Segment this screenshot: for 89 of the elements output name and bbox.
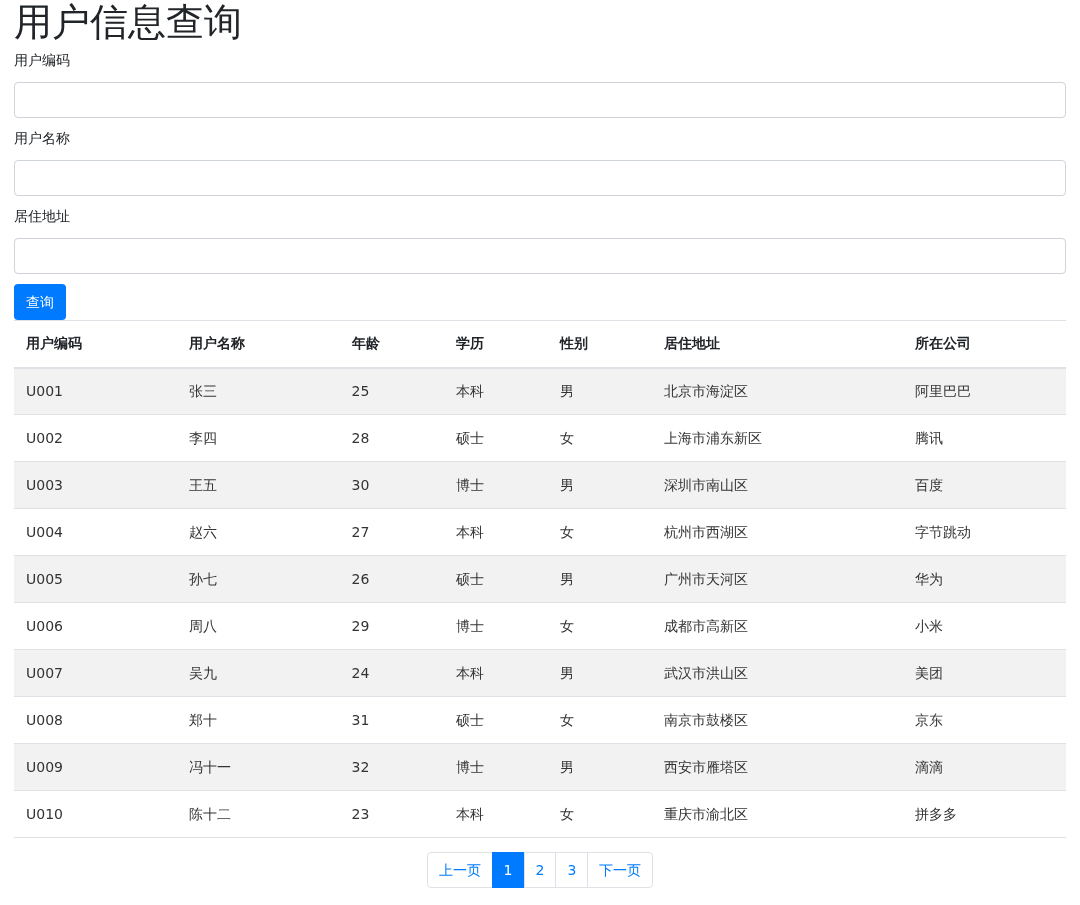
table-cell: 硕士 <box>443 696 549 744</box>
table-cell: U008 <box>14 696 177 744</box>
table-cell: 博士 <box>443 743 549 791</box>
column-header: 学历 <box>443 320 549 368</box>
table-cell: 32 <box>339 743 444 791</box>
table-cell: 冯十一 <box>176 743 340 791</box>
field-label: 用户名称 <box>14 129 70 148</box>
table-cell: 23 <box>339 790 444 838</box>
table-cell: 28 <box>339 414 444 462</box>
table-cell: 30 <box>339 461 444 509</box>
table-cell: U003 <box>14 461 177 509</box>
column-header: 性别 <box>548 320 652 368</box>
table-cell: 北京市海淀区 <box>651 367 904 415</box>
table-cell: 百度 <box>903 461 1066 509</box>
table-cell: 博士 <box>443 461 549 509</box>
table-cell: 女 <box>548 508 652 556</box>
table-cell: 重庆市渝北区 <box>651 790 904 838</box>
table-cell: U002 <box>14 414 177 462</box>
table-cell: U004 <box>14 508 177 556</box>
field-label: 居住地址 <box>14 207 70 226</box>
column-header: 年龄 <box>339 320 444 368</box>
table-cell: 西安市雁塔区 <box>651 743 904 791</box>
table-cell: 24 <box>339 649 444 697</box>
table-cell: 26 <box>339 555 444 603</box>
table-cell: 本科 <box>443 790 549 838</box>
table-cell: 女 <box>548 790 652 838</box>
table-cell: 陈十二 <box>176 790 340 838</box>
input-field[interactable] <box>14 82 1066 118</box>
table-cell: 孙七 <box>176 555 340 603</box>
table-cell: 女 <box>548 414 652 462</box>
table-cell: 25 <box>339 367 444 415</box>
table-cell: 李四 <box>176 414 340 462</box>
page-link[interactable]: 下一页 <box>587 852 654 888</box>
query-button[interactable]: 查询 <box>14 284 66 320</box>
table-cell: 吴九 <box>176 649 340 697</box>
table-cell: 硕士 <box>443 414 549 462</box>
table-cell: 阿里巴巴 <box>903 367 1066 415</box>
table-cell: 本科 <box>443 649 549 697</box>
page-link[interactable]: 1 <box>491 852 525 888</box>
table-cell: 硕士 <box>443 555 549 603</box>
table-cell: 周八 <box>176 602 340 650</box>
table-cell: 武汉市洪山区 <box>651 649 904 697</box>
table-cell: U009 <box>14 743 177 791</box>
table-cell: 31 <box>339 696 444 744</box>
page-link[interactable]: 3 <box>555 852 589 888</box>
column-header: 所在公司 <box>903 320 1066 368</box>
table-cell: U006 <box>14 602 177 650</box>
table-cell: 29 <box>339 602 444 650</box>
table-cell: 王五 <box>176 461 340 509</box>
table-cell: U005 <box>14 555 177 603</box>
field-label: 用户编码 <box>14 51 70 70</box>
page-title: 用户信息查询 <box>14 0 243 46</box>
table-cell: 本科 <box>443 508 549 556</box>
table-cell: 男 <box>548 743 652 791</box>
table-cell: 广州市天河区 <box>651 555 904 603</box>
table-cell: 男 <box>548 649 652 697</box>
table-cell: U007 <box>14 649 177 697</box>
page-link[interactable]: 上一页 <box>426 852 493 888</box>
table-cell: 张三 <box>176 367 340 415</box>
table-cell: 深圳市南山区 <box>651 461 904 509</box>
column-header: 用户名称 <box>176 320 340 368</box>
table-cell: 拼多多 <box>903 790 1066 838</box>
table-cell: 杭州市西湖区 <box>651 508 904 556</box>
table-cell: 男 <box>548 367 652 415</box>
table-cell: 小米 <box>903 602 1066 650</box>
table-cell: 博士 <box>443 602 549 650</box>
table-cell: 女 <box>548 602 652 650</box>
table-cell: 字节跳动 <box>903 508 1066 556</box>
table-cell: 郑十 <box>176 696 340 744</box>
table-cell: 27 <box>339 508 444 556</box>
column-header: 居住地址 <box>651 320 904 368</box>
table-cell: 赵六 <box>176 508 340 556</box>
table-cell: 女 <box>548 696 652 744</box>
table-cell: 男 <box>548 555 652 603</box>
table-cell: U010 <box>14 790 177 838</box>
table-cell: 华为 <box>903 555 1066 603</box>
table-cell: 腾讯 <box>903 414 1066 462</box>
table-cell: 男 <box>548 461 652 509</box>
table-cell: 滴滴 <box>903 743 1066 791</box>
column-header: 用户编码 <box>14 320 177 368</box>
table-cell: U001 <box>14 367 177 415</box>
input-field[interactable] <box>14 238 1066 274</box>
table-cell: 美团 <box>903 649 1066 697</box>
table-cell: 京东 <box>903 696 1066 744</box>
table-cell: 上海市浦东新区 <box>651 414 904 462</box>
table-cell: 南京市鼓楼区 <box>651 696 904 744</box>
input-field[interactable] <box>14 160 1066 196</box>
table-cell: 成都市高新区 <box>651 602 904 650</box>
table-cell: 本科 <box>443 367 549 415</box>
